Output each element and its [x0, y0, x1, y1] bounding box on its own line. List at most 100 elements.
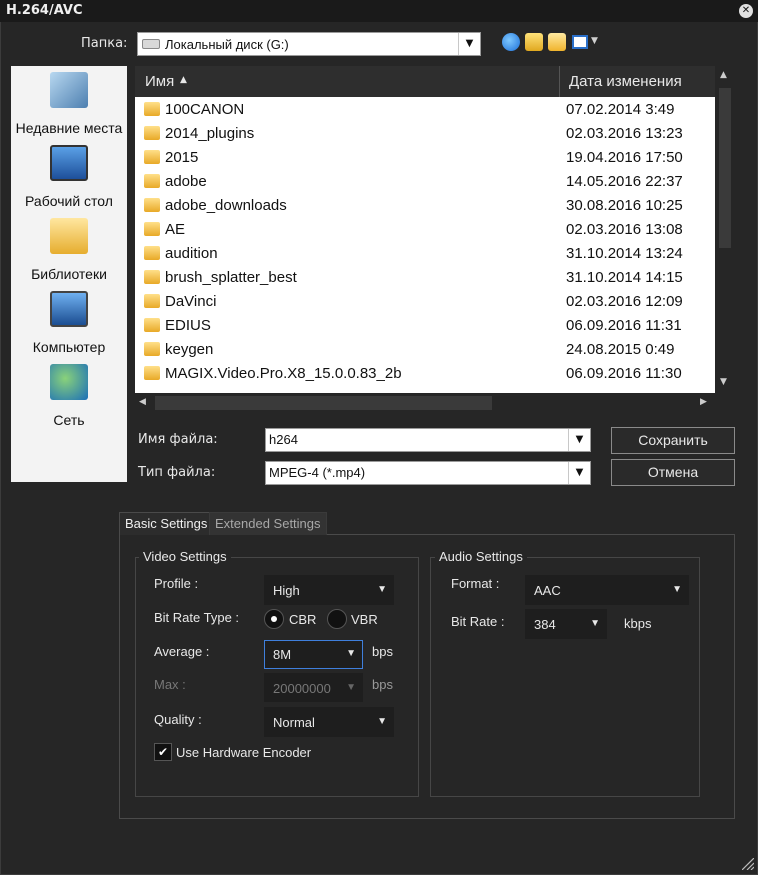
folder-icon [144, 150, 160, 164]
scrollbar-thumb[interactable] [719, 88, 731, 248]
file-date-cell: 02.03.2016 13:08 [566, 221, 683, 238]
file-row[interactable]: MAGIX.Video.Pro.X8_15.0.0.83_2b 06.09.201… [135, 362, 715, 386]
audio-format-select[interactable]: AAC ▼ [525, 575, 689, 605]
hardware-encoder-checkbox[interactable]: ✔ [154, 743, 172, 761]
file-date-cell: 31.10.2014 13:24 [566, 245, 683, 262]
view-menu-icon[interactable] [572, 35, 588, 49]
file-name-input[interactable]: h264 ▼ [265, 428, 591, 452]
file-name-cell: 100CANON [165, 101, 245, 118]
hardware-encoder-label: Use Hardware Encoder [176, 745, 312, 760]
scroll-right-icon[interactable]: ▶ [700, 397, 707, 407]
file-name-cell: adobe [165, 173, 207, 190]
scroll-down-icon[interactable]: ▼ [720, 377, 727, 387]
chevron-down-icon[interactable]: ▼ [458, 33, 480, 55]
new-folder-icon[interactable] [548, 33, 566, 51]
close-button[interactable]: ✕ [739, 4, 753, 18]
audio-bitrate-select[interactable]: 384 ▼ [525, 609, 607, 639]
folder-combo[interactable]: Локальный диск (G:) ▼ [137, 32, 481, 56]
libraries-icon [50, 218, 88, 254]
resize-grip-icon[interactable] [742, 858, 754, 870]
file-date-cell: 06.09.2016 11:30 [566, 365, 682, 382]
network-icon [50, 364, 88, 400]
file-list[interactable]: Имя ▲ Дата изменения 100CANON 07.02.2014 … [135, 66, 715, 393]
file-row[interactable]: DaVinci 02.03.2016 12:09 [135, 290, 715, 314]
checkmark-icon: ✔ [157, 745, 169, 759]
file-row[interactable]: AE 02.03.2016 13:08 [135, 218, 715, 242]
horizontal-scrollbar[interactable]: ◀ ▶ [135, 393, 715, 413]
column-header-date[interactable]: Дата изменения [569, 73, 682, 90]
file-name-cell: adobe_downloads [165, 197, 287, 214]
quality-select[interactable]: Normal ▼ [264, 707, 394, 737]
file-date-cell: 06.09.2016 11:31 [566, 317, 682, 334]
folder-value: Локальный диск (G:) [165, 37, 289, 52]
save-button[interactable]: Сохранить [611, 427, 735, 454]
place-network[interactable]: Сеть [11, 364, 127, 434]
place-label: Компьютер [32, 339, 106, 355]
chevron-down-icon: ▼ [590, 618, 600, 629]
folder-icon [144, 222, 160, 236]
profile-select[interactable]: High ▼ [264, 575, 394, 605]
file-date-cell: 14.05.2016 22:37 [566, 173, 683, 190]
column-divider[interactable] [559, 66, 560, 97]
place-label: Библиотеки [31, 266, 107, 282]
folder-icon [144, 318, 160, 332]
file-row[interactable]: 2014_plugins 02.03.2016 13:23 [135, 122, 715, 146]
cbr-radio[interactable] [264, 609, 284, 629]
place-libraries[interactable]: Библиотеки [11, 218, 127, 288]
file-name-cell: DaVinci [165, 293, 217, 310]
folder-label: Папка: [81, 36, 128, 51]
place-desktop[interactable]: Рабочий стол [11, 145, 127, 215]
file-row[interactable]: 100CANON 07.02.2014 3:49 [135, 98, 715, 122]
file-type-value: MPEG-4 (*.mp4) [269, 465, 366, 480]
place-recent[interactable]: Недавние места [11, 72, 127, 142]
video-settings-title: Video Settings [139, 549, 231, 564]
up-folder-icon[interactable] [525, 33, 543, 51]
place-label: Недавние места [15, 120, 123, 136]
audio-bitrate-unit: kbps [624, 616, 652, 631]
chevron-down-icon[interactable]: ▼ [568, 429, 590, 451]
file-date-cell: 30.08.2016 10:25 [566, 197, 683, 214]
column-header-name[interactable]: Имя [145, 73, 174, 90]
places-bar: Недавние места Рабочий стол Библиотеки К… [11, 66, 127, 482]
file-type-select[interactable]: MPEG-4 (*.mp4) ▼ [265, 461, 591, 485]
scroll-left-icon[interactable]: ◀ [139, 397, 146, 407]
scroll-up-icon[interactable]: ▲ [720, 70, 727, 80]
scrollbar-thumb[interactable] [155, 396, 492, 410]
file-date-cell: 02.03.2016 13:23 [566, 125, 683, 142]
sort-ascending-icon: ▲ [180, 75, 187, 85]
max-bitrate-value: 20000000 [273, 681, 331, 696]
file-list-header: Имя ▲ Дата изменения [135, 66, 715, 97]
tab-basic-settings[interactable]: Basic Settings [119, 512, 214, 535]
file-date-cell: 07.02.2014 3:49 [566, 101, 675, 118]
file-row[interactable]: brush_splatter_best 31.10.2014 14:15 [135, 266, 715, 290]
file-row[interactable]: adobe 14.05.2016 22:37 [135, 170, 715, 194]
file-row[interactable]: audition 31.10.2014 13:24 [135, 242, 715, 266]
vbr-label: VBR [351, 612, 378, 627]
tab-extended-settings[interactable]: Extended Settings [209, 512, 327, 535]
file-type-label: Тип файла: [138, 465, 216, 480]
back-icon[interactable] [502, 33, 520, 51]
file-name-cell: EDIUS [165, 317, 211, 334]
vbr-radio[interactable] [327, 609, 347, 629]
place-label: Сеть [53, 412, 85, 428]
drive-icon [142, 39, 160, 49]
average-bitrate-select[interactable]: 8M ▼ [264, 640, 363, 669]
audio-bitrate-value: 384 [534, 617, 556, 632]
file-row[interactable]: 2015 19.04.2016 17:50 [135, 146, 715, 170]
file-date-cell: 24.08.2015 0:49 [566, 341, 675, 358]
file-row[interactable]: keygen 24.08.2015 0:49 [135, 338, 715, 362]
file-name-cell: audition [165, 245, 218, 262]
folder-icon [144, 126, 160, 140]
chevron-down-icon: ▼ [377, 584, 387, 595]
chevron-down-icon[interactable]: ▼ [568, 462, 590, 484]
file-row[interactable]: adobe_downloads 30.08.2016 10:25 [135, 194, 715, 218]
place-computer[interactable]: Компьютер [11, 291, 127, 361]
vertical-scrollbar[interactable]: ▲ ▼ [715, 66, 735, 393]
max-unit: bps [372, 677, 393, 692]
file-row[interactable]: EDIUS 06.09.2016 11:31 [135, 314, 715, 338]
file-name-cell: 2014_plugins [165, 125, 255, 142]
chevron-down-icon[interactable]: ▼ [591, 36, 598, 46]
cancel-button[interactable]: Отмена [611, 459, 735, 486]
close-icon: ✕ [741, 5, 751, 16]
cbr-label: CBR [289, 612, 317, 627]
